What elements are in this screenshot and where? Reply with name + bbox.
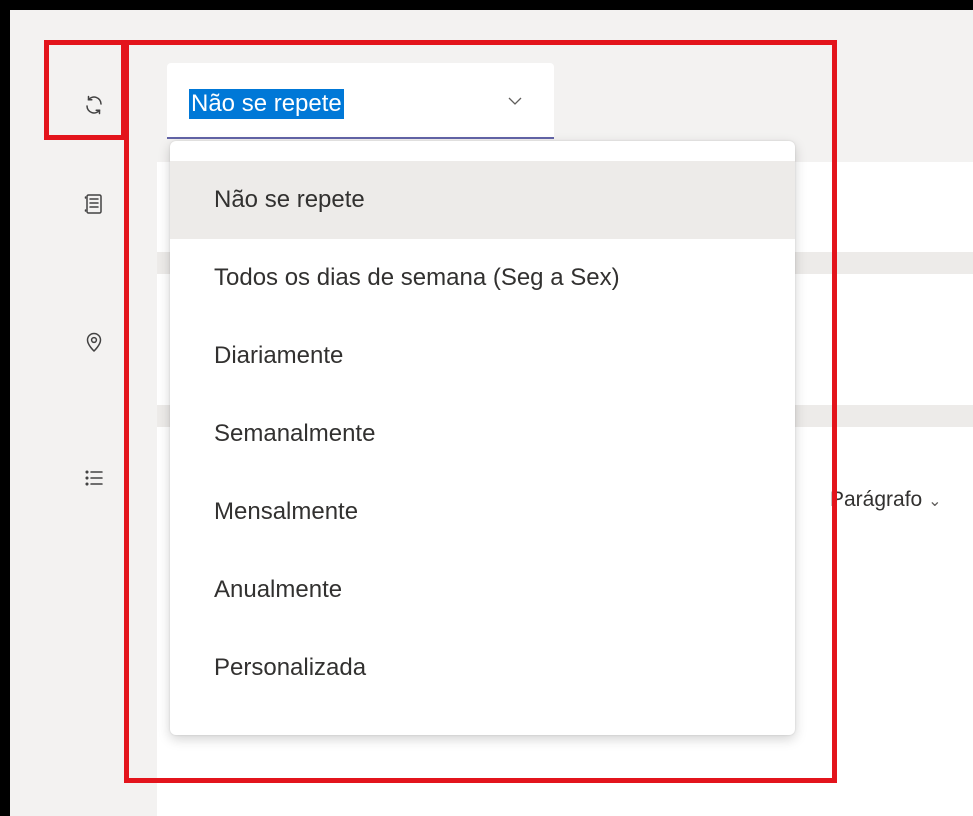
app-canvas: g <box>10 10 973 816</box>
repeat-icon[interactable] <box>78 89 110 121</box>
paragraph-style-dropdown[interactable]: Parágrafo ⌄ <box>830 488 941 512</box>
option-semanalmente[interactable]: Semanalmente <box>170 395 795 473</box>
recurrence-options-list: Não se repete Todos os dias de semana (S… <box>170 141 795 735</box>
option-nao-se-repete[interactable]: Não se repete <box>170 161 795 239</box>
recurrence-combobox[interactable]: Não se repete <box>167 63 554 139</box>
icon-rail <box>10 10 157 816</box>
option-diariamente[interactable]: Diariamente <box>170 317 795 395</box>
list-icon[interactable] <box>78 462 110 494</box>
option-personalizada[interactable]: Personalizada <box>170 629 795 707</box>
option-mensalmente[interactable]: Mensalmente <box>170 473 795 551</box>
location-icon[interactable] <box>78 326 110 358</box>
option-todos-os-dias-de-semana[interactable]: Todos os dias de semana (Seg a Sex) <box>170 239 795 317</box>
paragraph-style-label: Parágrafo <box>830 488 923 511</box>
chevron-down-icon: ⌄ <box>928 493 942 510</box>
option-anualmente[interactable]: Anualmente <box>170 551 795 629</box>
details-icon[interactable] <box>78 188 110 220</box>
chevron-down-icon[interactable] <box>505 91 525 111</box>
recurrence-selected-value[interactable]: Não se repete <box>189 89 344 119</box>
